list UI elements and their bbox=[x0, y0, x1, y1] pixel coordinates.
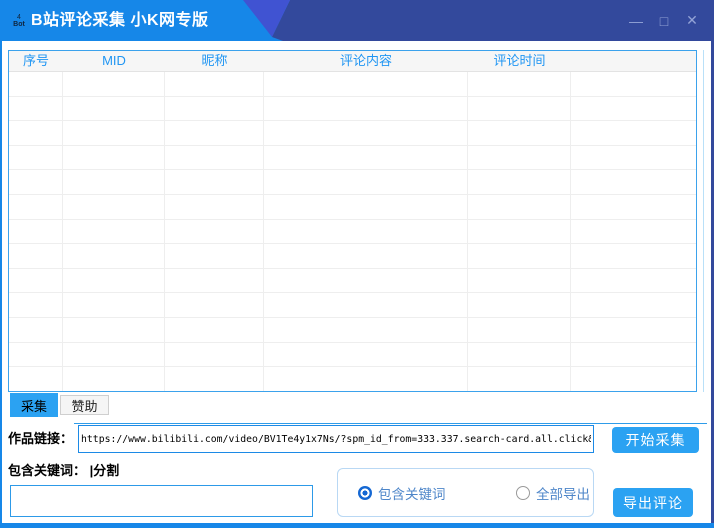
export-comments-button[interactable]: 导出评论 bbox=[613, 488, 693, 517]
tab-collect[interactable]: 采集 bbox=[10, 393, 58, 417]
table-row bbox=[9, 97, 696, 122]
app-window: 4 Bot B站评论采集 小K网专版 — □ ✕ 序号MID昵称评论内容评论时间… bbox=[0, 0, 714, 530]
table-row bbox=[9, 244, 696, 269]
app-icon-top-text: 4 bbox=[17, 14, 21, 21]
table-row bbox=[9, 367, 696, 391]
window-border-left bbox=[0, 41, 2, 523]
link-input[interactable] bbox=[78, 425, 594, 453]
window-title: B站评论采集 小K网专版 bbox=[31, 0, 209, 41]
minimize-icon[interactable]: — bbox=[622, 0, 650, 41]
start-collect-button[interactable]: 开始采集 bbox=[612, 427, 699, 453]
column-header: 昵称 bbox=[165, 51, 264, 71]
table-row bbox=[9, 343, 696, 368]
keyword-label: 包含关键词： |分割 bbox=[8, 463, 119, 479]
column-header: MID bbox=[63, 51, 165, 71]
radio-include-keywords[interactable]: 包含关键词 bbox=[358, 469, 446, 516]
table-row bbox=[9, 72, 696, 97]
app-icon: 4 Bot bbox=[7, 9, 31, 33]
radio-export-all[interactable]: 全部导出 bbox=[516, 469, 590, 516]
tab-pane-border bbox=[74, 423, 707, 424]
column-header: 评论内容 bbox=[264, 51, 468, 71]
window-border-bottom bbox=[0, 523, 714, 528]
keyword-input[interactable] bbox=[10, 485, 313, 517]
radio-unchecked-icon bbox=[516, 486, 530, 500]
window-controls: — □ ✕ bbox=[622, 0, 706, 41]
app-icon-bottom-text: Bot bbox=[13, 21, 25, 28]
column-header: 评论时间 bbox=[468, 51, 571, 71]
link-label: 作品链接： bbox=[8, 425, 73, 453]
table-row bbox=[9, 318, 696, 343]
radio-export-all-label: 全部导出 bbox=[536, 483, 590, 503]
column-header: 序号 bbox=[9, 51, 63, 71]
export-options-group: 包含关键词 全部导出 bbox=[337, 468, 594, 517]
tab-sponsor[interactable]: 赞助 bbox=[60, 395, 109, 415]
comments-table: 序号MID昵称评论内容评论时间 bbox=[8, 50, 697, 392]
column-header bbox=[571, 51, 696, 71]
table-row bbox=[9, 220, 696, 245]
radio-checked-icon bbox=[358, 486, 372, 500]
table-row bbox=[9, 146, 696, 171]
table-row bbox=[9, 121, 696, 146]
table-header-row: 序号MID昵称评论内容评论时间 bbox=[9, 51, 696, 72]
table-row bbox=[9, 269, 696, 294]
table-row bbox=[9, 170, 696, 195]
titlebar[interactable]: 4 Bot B站评论采集 小K网专版 — □ ✕ bbox=[0, 0, 714, 41]
close-icon[interactable]: ✕ bbox=[678, 0, 706, 41]
table-row bbox=[9, 293, 696, 318]
maximize-icon[interactable]: □ bbox=[650, 0, 678, 41]
radio-include-keywords-label: 包含关键词 bbox=[378, 483, 446, 503]
table-row bbox=[9, 195, 696, 220]
table-body[interactable] bbox=[9, 72, 696, 391]
table-scrollbar-track bbox=[703, 50, 704, 392]
